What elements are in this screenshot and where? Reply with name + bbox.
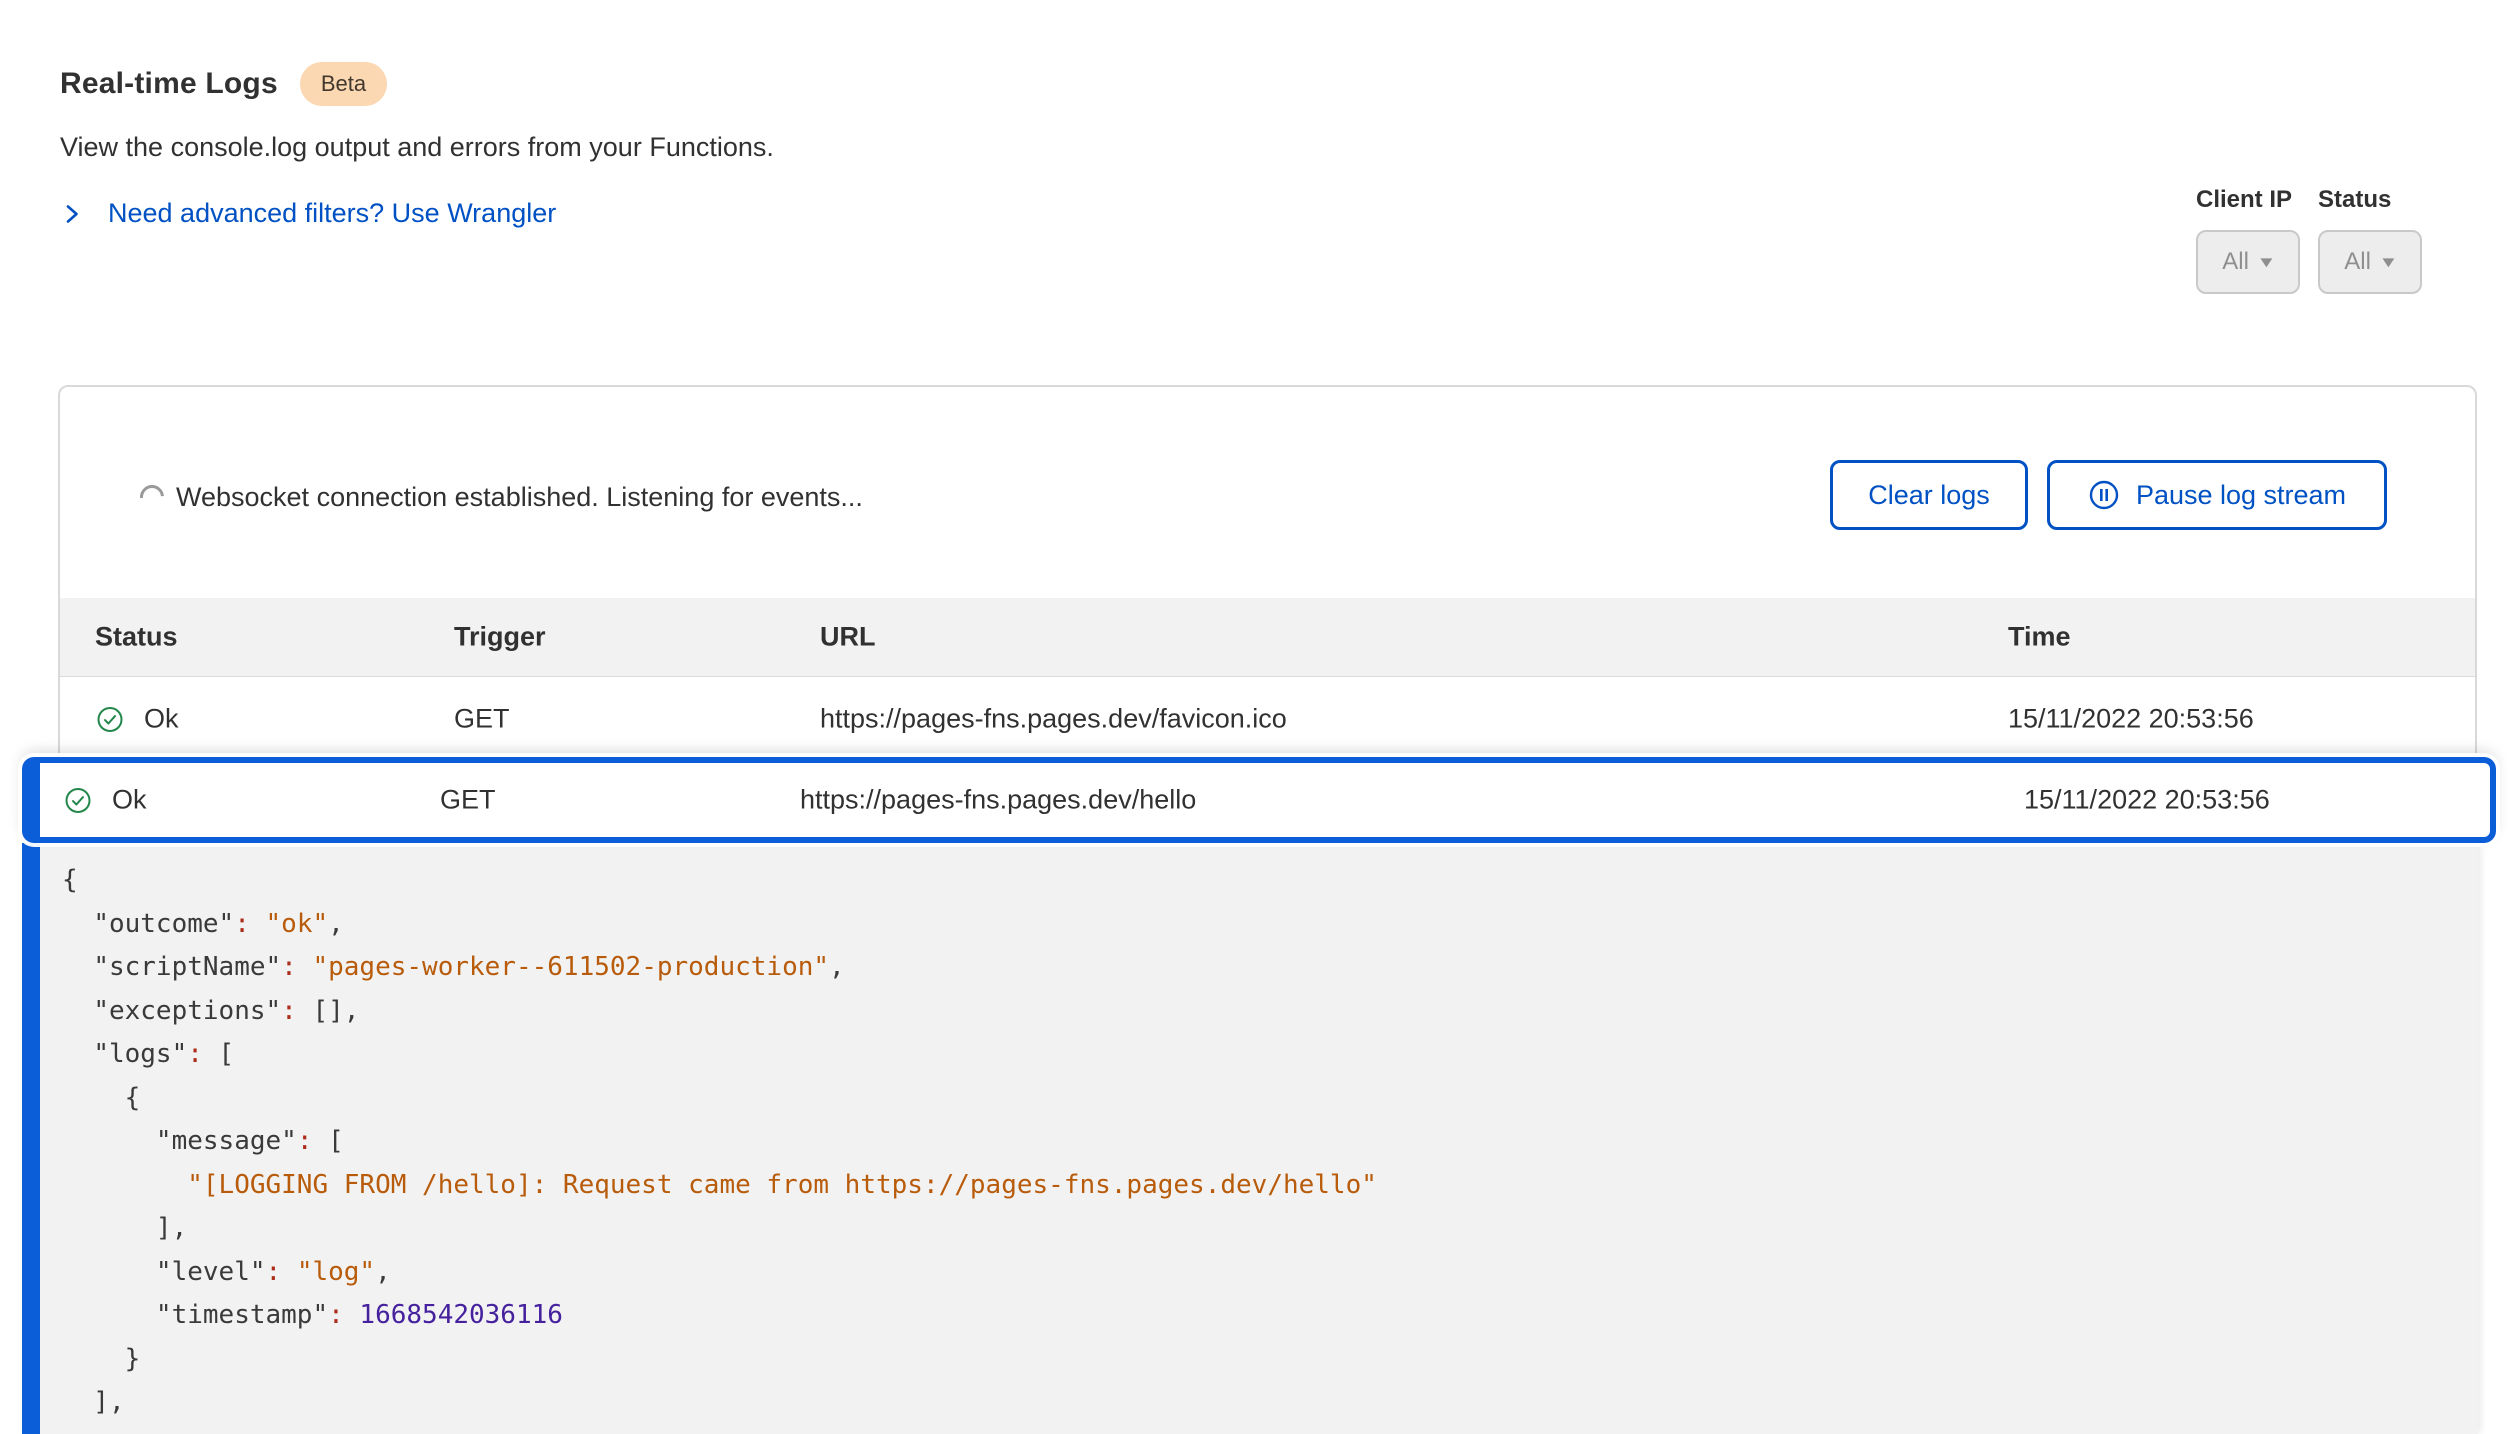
spinner-icon <box>135 480 169 514</box>
column-header-time: Time <box>2008 622 2071 653</box>
wrangler-link-label: Need advanced filters? Use Wrangler <box>108 198 556 229</box>
caret-down-icon: ▼ <box>2256 254 2276 271</box>
row-url: https://pages-fns.pages.dev/favicon.ico <box>820 704 1287 735</box>
page-title: Real-time Logs <box>60 67 278 101</box>
page-subtitle: View the console.log output and errors f… <box>60 132 774 163</box>
row-time: 15/11/2022 20:53:56 <box>2008 704 2254 735</box>
log-detail-panel: { "outcome": "ok", "scriptName": "pages-… <box>22 843 2478 1434</box>
client-ip-dropdown-value: All <box>2222 248 2249 276</box>
clear-logs-button[interactable]: Clear logs <box>1830 460 2028 530</box>
page-header: Real-time Logs Beta <box>60 60 387 108</box>
row-trigger: GET <box>440 785 496 816</box>
caret-down-icon: ▼ <box>2378 254 2398 271</box>
logs-panel: Websocket connection established. Listen… <box>58 385 2477 759</box>
wrangler-link[interactable]: Need advanced filters? Use Wrangler <box>60 198 556 229</box>
logs-table-header: Status Trigger URL Time <box>60 598 2475 677</box>
status-filter-label: Status <box>2318 186 2391 214</box>
client-ip-filter-label: Client IP <box>2196 186 2292 214</box>
row-trigger: GET <box>454 704 510 735</box>
log-row[interactable]: Ok GET https://pages-fns.pages.dev/favic… <box>60 677 2475 759</box>
row-status-cell: Ok <box>96 704 179 735</box>
check-circle-icon <box>64 786 92 814</box>
expanded-log-row[interactable]: Ok GET https://pages-fns.pages.dev/hello… <box>22 757 2496 843</box>
row-url: https://pages-fns.pages.dev/hello <box>800 785 1196 816</box>
beta-badge: Beta <box>300 62 387 106</box>
column-header-trigger: Trigger <box>454 622 546 653</box>
expanded-log-row-inner: Ok GET https://pages-fns.pages.dev/hello… <box>40 763 2490 837</box>
check-circle-icon <box>96 705 124 733</box>
pause-log-stream-label: Pause log stream <box>2136 480 2346 511</box>
row-status-cell: Ok <box>64 785 147 816</box>
row-status: Ok <box>144 704 179 735</box>
column-header-status: Status <box>95 622 178 653</box>
clear-logs-label: Clear logs <box>1868 480 1990 511</box>
row-status: Ok <box>112 785 147 816</box>
status-dropdown[interactable]: All ▼ <box>2318 230 2422 294</box>
chevron-right-icon <box>60 201 84 227</box>
row-time: 15/11/2022 20:53:56 <box>2024 785 2270 816</box>
pause-icon <box>2088 479 2120 511</box>
log-detail-json: { "outcome": "ok", "scriptName": "pages-… <box>62 859 2478 1425</box>
status-dropdown-value: All <box>2344 248 2371 276</box>
column-header-url: URL <box>820 622 876 653</box>
websocket-status-text: Websocket connection established. Listen… <box>176 482 863 513</box>
client-ip-dropdown[interactable]: All ▼ <box>2196 230 2300 294</box>
pause-log-stream-button[interactable]: Pause log stream <box>2047 460 2387 530</box>
